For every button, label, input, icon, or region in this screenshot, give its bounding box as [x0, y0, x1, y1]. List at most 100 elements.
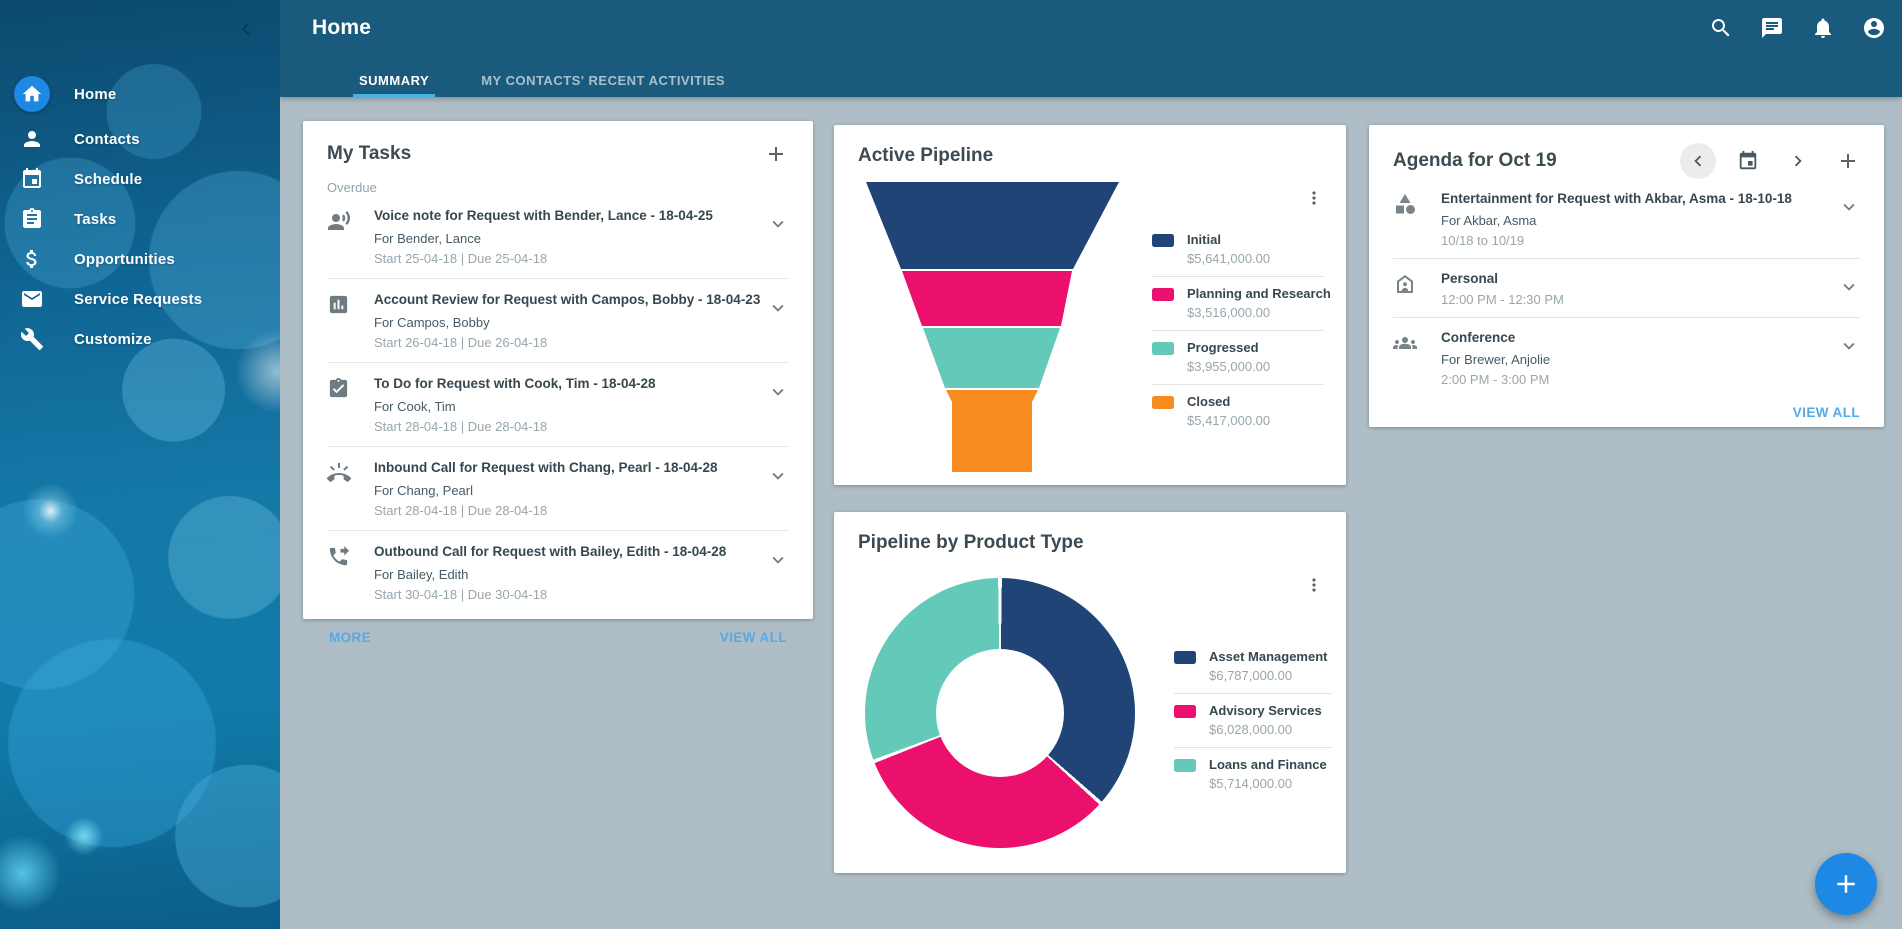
- chevron-down-icon[interactable]: [767, 297, 789, 319]
- person-icon: [14, 121, 50, 157]
- funnel-segment-closed: [946, 390, 1038, 472]
- inbound-call-icon: [327, 461, 353, 487]
- fab-add-button[interactable]: [1815, 853, 1877, 915]
- my-tasks-title: My Tasks: [327, 143, 411, 165]
- task-row[interactable]: Account Review for Request with Campos, …: [327, 279, 789, 363]
- funnel-segment-progressed: [923, 328, 1060, 388]
- mail-icon: [14, 281, 50, 317]
- legend-name: Initial: [1187, 232, 1270, 247]
- chevron-down-icon[interactable]: [1838, 335, 1860, 357]
- legend-name: Loans and Finance: [1209, 757, 1327, 772]
- task-dates: Start 28-04-18 | Due 28-04-18: [374, 419, 767, 435]
- todo-icon: [327, 377, 353, 403]
- agenda-item[interactable]: Entertainment for Request with Akbar, As…: [1393, 179, 1860, 259]
- task-for: For Bailey, Edith: [374, 567, 767, 583]
- legend-swatch: [1152, 234, 1174, 247]
- donut-hole: [936, 649, 1064, 777]
- task-title: Outbound Call for Request with Bailey, E…: [374, 543, 767, 561]
- my-tasks-card: My Tasks Overdue Voice note for Request …: [303, 121, 813, 619]
- plus-icon: [764, 142, 788, 166]
- add-task-button[interactable]: [763, 141, 789, 167]
- notifications-icon[interactable]: [1811, 16, 1835, 40]
- chevron-down-icon[interactable]: [1838, 276, 1860, 298]
- agenda-item-for: For Brewer, Anjolie: [1441, 352, 1838, 367]
- agenda-item-time: 2:00 PM - 3:00 PM: [1441, 372, 1838, 387]
- agenda-calendar-button[interactable]: [1730, 143, 1766, 179]
- task-row[interactable]: Inbound Call for Request with Chang, Pea…: [327, 447, 789, 531]
- agenda-item[interactable]: Personal 12:00 PM - 12:30 PM: [1393, 259, 1860, 318]
- task-for: For Cook, Tim: [374, 399, 767, 415]
- sidebar-item-schedule[interactable]: Schedule: [0, 159, 280, 199]
- agenda-card: Agenda for Oct 19 Entertainment for Requ…: [1369, 125, 1884, 427]
- tab-summary[interactable]: SUMMARY: [353, 63, 435, 97]
- legend-swatch: [1152, 342, 1174, 355]
- legend-swatch: [1174, 705, 1196, 718]
- chevron-left-icon: [234, 17, 258, 41]
- legend-item: Closed $5,417,000.00: [1152, 384, 1324, 438]
- task-for: For Chang, Pearl: [374, 483, 767, 499]
- active-pipeline-card: Active Pipeline Initial $5,641,000.00 Pl…: [834, 125, 1346, 485]
- agenda-add-button[interactable]: [1830, 143, 1866, 179]
- chevron-down-icon[interactable]: [767, 381, 789, 403]
- tab-bar: SUMMARY MY CONTACTS' RECENT ACTIVITIES: [353, 63, 731, 97]
- sidebar-item-service-requests[interactable]: Service Requests: [0, 279, 280, 319]
- top-bar: Home SUMMARY MY CONTACTS' RECENT ACTIVIT…: [280, 0, 1902, 97]
- legend-name: Asset Management: [1209, 649, 1327, 664]
- agenda-item-title: Entertainment for Request with Akbar, As…: [1441, 190, 1838, 207]
- pipeline-funnel-chart: [864, 180, 1122, 472]
- sidebar-item-label: Opportunities: [74, 251, 175, 268]
- legend-value: $3,516,000.00: [1187, 305, 1331, 320]
- sidebar-item-opportunities[interactable]: Opportunities: [0, 239, 280, 279]
- legend-swatch: [1152, 396, 1174, 409]
- task-row[interactable]: To Do for Request with Cook, Tim - 18-04…: [327, 363, 789, 447]
- sidebar-collapse-button[interactable]: [234, 17, 258, 41]
- agenda-next-button[interactable]: [1780, 143, 1816, 179]
- view-all-button[interactable]: VIEW ALL: [720, 630, 787, 645]
- sidebar: Home Contacts Schedule Tasks Opportuniti…: [0, 0, 280, 929]
- agenda-prev-button[interactable]: [1680, 143, 1716, 179]
- sidebar-item-tasks[interactable]: Tasks: [0, 199, 280, 239]
- chevron-down-icon[interactable]: [767, 549, 789, 571]
- agenda-item[interactable]: Conference For Brewer, Anjolie 2:00 PM -…: [1393, 318, 1860, 397]
- agenda-title: Agenda for Oct 19: [1393, 150, 1680, 172]
- tasks-group-label: Overdue: [327, 180, 789, 195]
- agenda-view-all-button[interactable]: VIEW ALL: [1793, 405, 1860, 420]
- page-title: Home: [312, 16, 371, 40]
- tab-recent-activities[interactable]: MY CONTACTS' RECENT ACTIVITIES: [475, 63, 731, 97]
- sidebar-item-home[interactable]: Home: [0, 74, 280, 114]
- legend-name: Planning and Research: [1187, 286, 1331, 301]
- chat-icon[interactable]: [1760, 16, 1784, 40]
- outbound-call-icon: [327, 545, 353, 571]
- legend-value: $6,787,000.00: [1209, 668, 1327, 683]
- pipeline-by-product-type-card: Pipeline by Product Type Asset Managemen…: [834, 512, 1346, 873]
- calendar-icon: [14, 161, 50, 197]
- legend-name: Closed: [1187, 394, 1270, 409]
- legend-item: Planning and Research $3,516,000.00: [1152, 276, 1324, 330]
- account-icon[interactable]: [1862, 16, 1886, 40]
- task-title: Inbound Call for Request with Chang, Pea…: [374, 459, 767, 477]
- dollar-icon: [14, 241, 50, 277]
- plus-icon: [1836, 149, 1860, 173]
- top-bar-actions: [1709, 16, 1886, 40]
- sidebar-item-label: Tasks: [74, 211, 116, 228]
- sidebar-item-label: Home: [74, 86, 116, 103]
- chevron-down-icon[interactable]: [1838, 196, 1860, 218]
- task-row[interactable]: Voice note for Request with Bender, Lanc…: [327, 195, 789, 279]
- task-dates: Start 25-04-18 | Due 25-04-18: [374, 251, 767, 267]
- legend-item: Initial $5,641,000.00: [1152, 223, 1324, 276]
- chevron-down-icon[interactable]: [767, 213, 789, 235]
- agenda-item-title: Conference: [1441, 329, 1838, 346]
- sidebar-item-contacts[interactable]: Contacts: [0, 119, 280, 159]
- agenda-item-title: Personal: [1441, 270, 1838, 287]
- task-for: For Campos, Bobby: [374, 315, 767, 331]
- legend-value: $5,417,000.00: [1187, 413, 1270, 428]
- sidebar-item-customize[interactable]: Customize: [0, 319, 280, 359]
- search-icon[interactable]: [1709, 16, 1733, 40]
- legend-swatch: [1174, 759, 1196, 772]
- task-row[interactable]: Outbound Call for Request with Bailey, E…: [327, 531, 789, 614]
- card-menu-button[interactable]: [1304, 187, 1324, 209]
- card-menu-button[interactable]: [1304, 574, 1324, 596]
- chevron-down-icon[interactable]: [767, 465, 789, 487]
- legend-value: $3,955,000.00: [1187, 359, 1270, 374]
- more-button[interactable]: MORE: [329, 630, 371, 645]
